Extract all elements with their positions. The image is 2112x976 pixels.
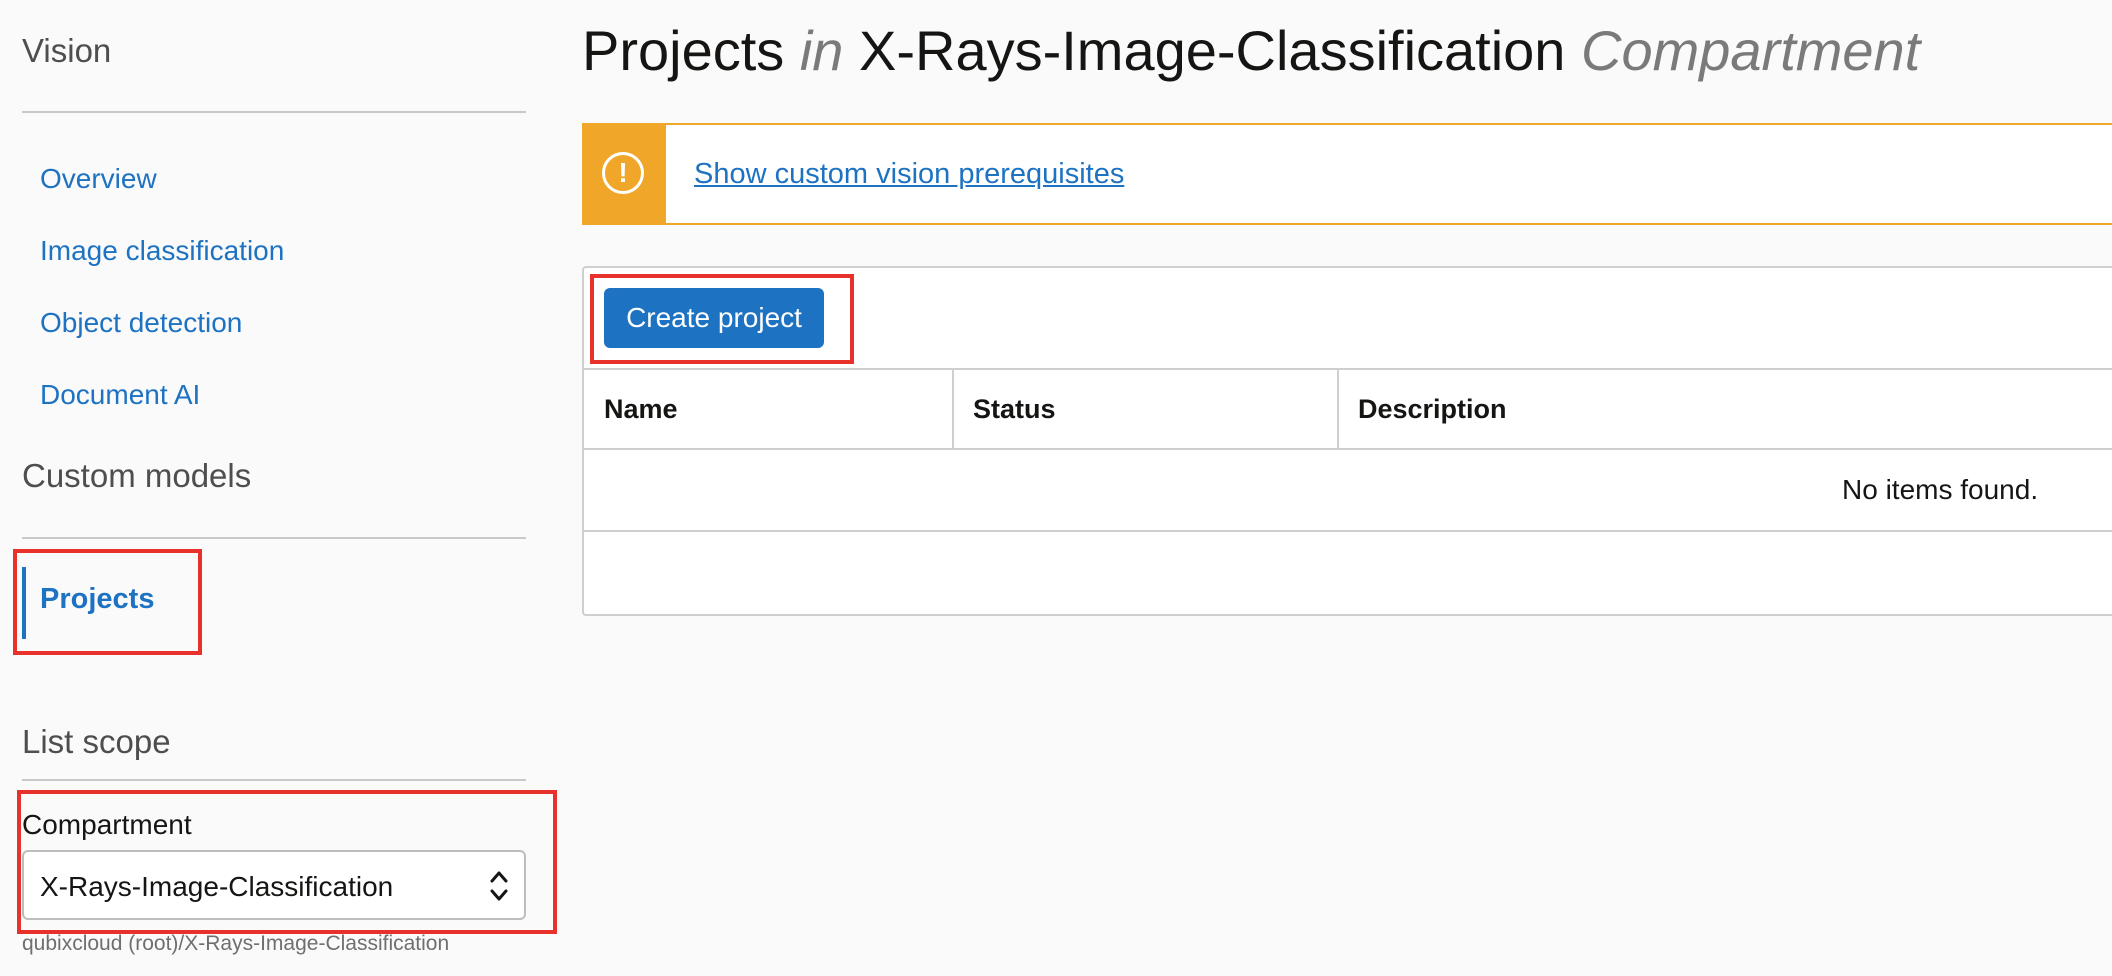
sidebar-item-image-classification[interactable]: Image classification <box>40 235 284 267</box>
highlight-box-create-project <box>590 274 854 364</box>
sidebar-item-overview[interactable]: Overview <box>40 163 157 195</box>
sidebar-divider <box>22 779 526 781</box>
banner-icon-container: ! <box>582 123 666 225</box>
page-title-prefix: Projects <box>582 19 785 82</box>
page-title: Projects in X-Rays-Image-Classification … <box>582 18 1920 83</box>
page-title-compartment: X-Rays-Image-Classification <box>859 19 1566 82</box>
page: Vision Overview Image classification Obj… <box>0 0 2112 976</box>
column-header-name[interactable]: Name <box>604 394 678 425</box>
table-header: Name Status Description <box>584 368 2112 450</box>
sidebar-divider <box>22 111 526 113</box>
main-content: Projects in X-Rays-Image-Classification … <box>582 0 2112 976</box>
column-divider <box>952 370 954 450</box>
custom-models-heading: Custom models <box>22 457 252 494</box>
page-title-in: in <box>799 19 844 82</box>
sidebar-item-document-ai[interactable]: Document AI <box>40 379 200 411</box>
prerequisites-banner: ! Show custom vision prerequisites <box>582 123 2112 225</box>
exclamation-circle-icon: ! <box>602 152 644 194</box>
column-header-description[interactable]: Description <box>1358 394 1507 425</box>
list-scope-heading: List scope <box>22 723 171 760</box>
sidebar-divider <box>22 537 526 539</box>
sidebar-service-title: Vision <box>22 32 112 69</box>
highlight-box-compartment <box>17 790 557 934</box>
show-prerequisites-link[interactable]: Show custom vision prerequisites <box>694 158 1124 191</box>
sidebar: Vision Overview Image classification Obj… <box>0 0 560 976</box>
sidebar-item-object-detection[interactable]: Object detection <box>40 307 242 339</box>
page-title-suffix: Compartment <box>1581 19 1921 82</box>
column-header-status[interactable]: Status <box>973 394 1056 425</box>
highlight-box-projects <box>13 549 202 655</box>
empty-message: No items found. <box>1842 474 2039 505</box>
table-empty-row: No items found. <box>584 450 2112 532</box>
column-divider <box>1337 370 1339 450</box>
compartment-path: qubixcloud (root)/X-Rays-Image-Classific… <box>22 932 450 955</box>
